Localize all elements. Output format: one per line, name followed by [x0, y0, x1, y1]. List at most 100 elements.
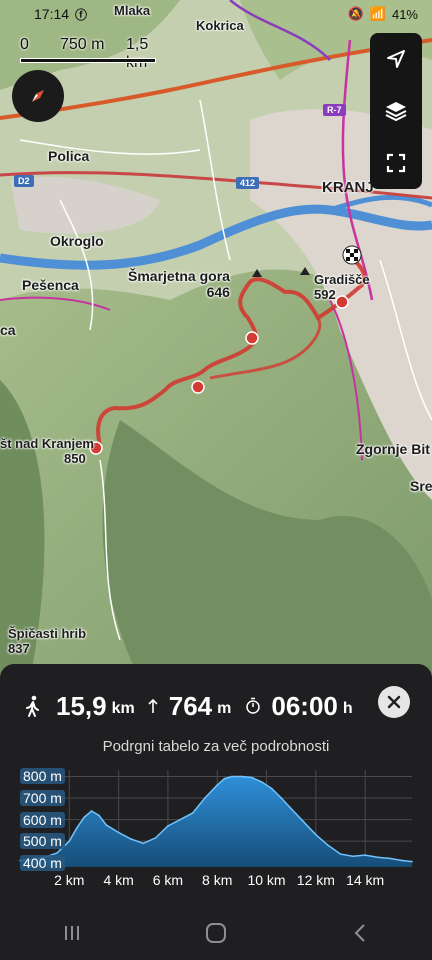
elevation-point [352, 855, 354, 858]
elevation-point [216, 784, 219, 786]
elevation-point [290, 808, 292, 810]
elevation-point [179, 818, 182, 821]
status-time: 17:14 [34, 6, 70, 22]
bell-muted-icon: 🔕 [347, 6, 364, 21]
y-tick-label: 800 m [20, 768, 65, 785]
elevation-point [75, 827, 78, 829]
elevation-point [130, 838, 132, 840]
map-canvas [0, 0, 432, 680]
home-icon [206, 923, 226, 943]
elevation-point [90, 810, 93, 812]
home-button[interactable] [186, 913, 246, 953]
place-pesenca: Pešenca [22, 277, 79, 293]
place-smarjetna-gora: Šmarjetna gora 646 [128, 268, 230, 300]
elevation-point [223, 777, 226, 780]
place-kranjem: št nad Kranjem 850 [0, 436, 94, 466]
elevation-point [83, 816, 85, 819]
recents-icon [65, 926, 79, 940]
y-tick-label: 600 m [20, 811, 65, 828]
locate-button[interactable] [370, 33, 422, 85]
expand-hint: Podrgni tabelo za več podrobnosti [102, 738, 330, 755]
elevation-point [98, 814, 100, 817]
elevation-point [154, 837, 157, 839]
distance-value: 15,9 [56, 690, 107, 721]
status-bar: 17:14 ⓕ 🔕 📶 41% [0, 0, 432, 28]
elevation-point [241, 775, 243, 778]
place-sre: Sre [410, 478, 432, 494]
place-spicasti-hrib: Špičasti hrib 837 [8, 626, 86, 656]
place-smarjetna-name: Šmarjetna gora [128, 268, 230, 284]
elevation-point [327, 844, 329, 847]
y-tick-label: 500 m [20, 833, 65, 850]
wifi-icon: 📶 [369, 6, 386, 21]
status-right: 🔕 📶 41% [348, 6, 418, 22]
elevation-point [280, 797, 283, 799]
elevation-point [260, 781, 263, 783]
road-badge-412: 412 [236, 177, 260, 189]
recents-button[interactable] [42, 913, 102, 953]
elevation-point [68, 840, 71, 842]
elevation-point [250, 776, 253, 779]
scale-zero: 0 [20, 36, 29, 53]
elevation-point [401, 859, 403, 862]
facebook-icon: ⓕ [75, 7, 88, 22]
elevation-point [105, 824, 108, 826]
compass-icon [32, 90, 44, 102]
peak-kranjem-alt: 850 [64, 451, 86, 466]
elevation-point [364, 854, 366, 856]
x-tick-label: 4 km [103, 872, 134, 888]
elevation-area [20, 776, 412, 867]
x-tick-label: 2 km [54, 872, 85, 888]
hiker-icon [26, 695, 39, 717]
ascent-value: 764 [168, 690, 213, 721]
place-spicasti-name: Špičasti hrib [8, 626, 87, 641]
back-icon [354, 924, 365, 942]
back-button[interactable] [330, 913, 390, 953]
navigation-arrow-icon [387, 50, 405, 68]
layers-icon [385, 102, 407, 122]
elevation-point [315, 833, 317, 836]
scale-end: 1,5 km [126, 36, 149, 71]
ascent-arrow-icon [148, 698, 158, 713]
elevation-point [117, 831, 120, 834]
scale-line [20, 58, 156, 63]
place-gradisce-name: Gradišče [314, 272, 370, 287]
elevation-point [204, 797, 206, 799]
x-tick-label: 6 km [152, 872, 184, 888]
peak-spicasti-alt: 837 [8, 641, 30, 656]
x-tick-label: 12 km [296, 872, 335, 888]
place-kranj: KRANJ [322, 179, 374, 196]
x-tick-label: 10 km [247, 872, 286, 888]
road-badge-d2: D2 [14, 175, 34, 187]
elevation-point [376, 856, 379, 859]
road-badge-r7: R-7 [323, 104, 346, 116]
system-nav-bar [0, 906, 432, 960]
place-okroglo: Okroglo [50, 233, 104, 249]
map-controls [370, 33, 422, 189]
scale-mid: 750 m [60, 36, 105, 53]
layers-button[interactable] [370, 85, 422, 137]
close-icon [387, 695, 401, 709]
place-kranjem-name: št nad Kranjem [0, 436, 94, 451]
elevation-point [56, 852, 58, 854]
y-tick-label: 400 m [20, 854, 65, 871]
elevation-point [302, 820, 305, 823]
elevation-point [270, 787, 273, 790]
scale-bar: 0 750 m 1,5 km [20, 36, 160, 71]
peak-gradisce-alt: 592 [314, 287, 336, 302]
elevation-point [389, 857, 391, 860]
x-tick-label: 14 km [346, 872, 385, 888]
elevation-point [142, 842, 145, 845]
compass-button[interactable] [12, 70, 64, 122]
map-view[interactable]: Mlaka Kokrica Polica KRANJ Okroglo Šmarj… [0, 0, 432, 680]
fullscreen-button[interactable] [370, 137, 422, 189]
place-ca: ca [0, 322, 16, 338]
elevation-point [411, 860, 413, 863]
duration-value: 06:00 [271, 690, 338, 721]
place-zgornje-bitnje: Zgornje Bit [356, 441, 430, 457]
duration-unit: h [342, 700, 353, 717]
elevation-point [231, 775, 233, 778]
y-tick-label: 700 m [20, 790, 65, 807]
place-polica: Polica [48, 148, 90, 164]
close-button[interactable] [378, 686, 410, 718]
